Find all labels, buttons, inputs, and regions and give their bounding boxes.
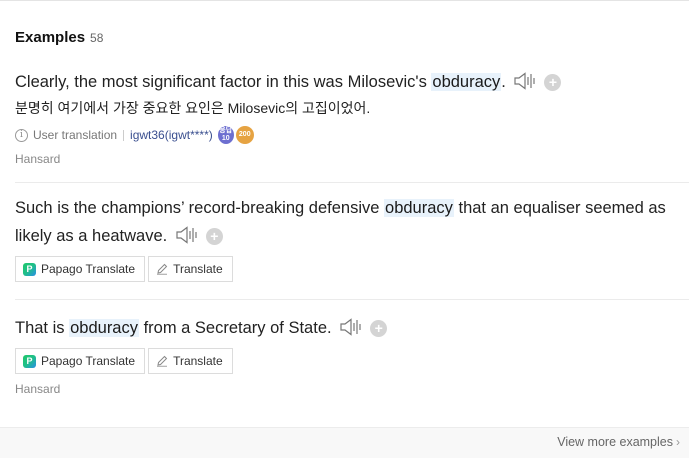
add-to-wordbook-icon[interactable]: + (205, 228, 223, 245)
papago-translate-label: Papago Translate (41, 262, 136, 276)
translate-button[interactable]: Translate (148, 348, 233, 374)
papago-translate-button[interactable]: P Papago Translate (15, 348, 146, 374)
translate-label: Translate (173, 262, 223, 276)
level-badge-icon: 응답 10 (217, 126, 234, 144)
chevron-right-icon: › (676, 435, 680, 449)
footer-bar: View more examples › (0, 427, 689, 458)
sentence-text: from a Secretary of State. (139, 319, 332, 337)
examples-count: 58 (90, 31, 104, 45)
user-translation-label: User translation (33, 128, 118, 142)
translate-button[interactable]: Translate (148, 256, 233, 282)
view-more-label: View more examples (557, 435, 673, 449)
translate-buttons: P Papago Translate Translate (15, 348, 689, 374)
pencil-icon (157, 263, 168, 275)
papago-icon: P (23, 354, 36, 368)
info-icon[interactable]: i (15, 128, 28, 142)
example-item-1: Clearly, the most significant factor in … (15, 68, 689, 166)
view-more-examples-link[interactable]: View more examples › (557, 435, 680, 449)
example-sentence: That is obduracy from a Secretary of Sta… (15, 314, 689, 342)
sentence-text: . (501, 73, 506, 91)
top-border (0, 0, 689, 1)
sentence-text: That is (15, 319, 70, 337)
korean-translation: 분명히 여기에서 가장 중요한 요인은 Milosevic의 고집이었어. (15, 100, 371, 116)
translate-buttons: P Papago Translate Translate (15, 256, 689, 282)
separator (15, 299, 689, 300)
add-to-wordbook-icon[interactable]: + (544, 74, 562, 91)
translate-label: Translate (173, 354, 223, 368)
sentence-text: that an equaliser seemed as (453, 199, 666, 217)
add-to-wordbook-icon[interactable]: + (370, 320, 388, 337)
user-id-link[interactable]: igwt36(igwt****) (130, 128, 213, 142)
points-badge-icon: 200 (235, 126, 254, 144)
translation-meta: i User translation igwt36(igwt****) 응답 10… (15, 126, 689, 144)
example-sentence: Such is the champions’ record-breaking d… (15, 194, 689, 250)
example-item-2: Such is the champions’ record-breaking d… (15, 194, 689, 282)
highlight-word: obduracy (384, 199, 454, 217)
speaker-icon[interactable] (514, 72, 538, 90)
sentence-text: likely as a heatwave. (15, 227, 168, 245)
sentence-text: Clearly, the most significant factor in … (15, 73, 432, 91)
highlight-word: obduracy (431, 73, 502, 91)
papago-translate-button[interactable]: P Papago Translate (15, 256, 146, 282)
sentence-text: Such is the champions’ record-breaking d… (15, 199, 385, 217)
speaker-icon[interactable] (340, 318, 364, 336)
example-item-3: That is obduracy from a Secretary of Sta… (15, 314, 689, 396)
source-label: Hansard (15, 152, 61, 166)
source-label: Hansard (15, 382, 61, 396)
speaker-icon[interactable] (176, 226, 200, 244)
papago-translate-label: Papago Translate (41, 354, 136, 368)
examples-header: Examples 58 (15, 29, 103, 46)
example-sentence: Clearly, the most significant factor in … (15, 68, 689, 96)
examples-title: Examples (15, 29, 86, 46)
papago-icon: P (23, 262, 36, 276)
divider (123, 129, 125, 141)
highlight-word: obduracy (69, 319, 139, 337)
separator (15, 182, 689, 183)
pencil-icon (157, 355, 168, 367)
